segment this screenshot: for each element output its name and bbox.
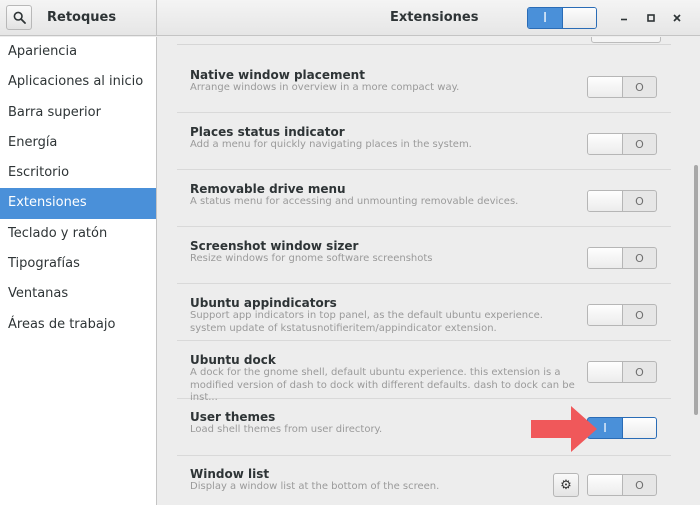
extension-toggle[interactable]: O [587,361,657,383]
toggle-knob [588,305,623,325]
search-button[interactable] [6,5,32,30]
extension-description: Add a menu for quickly navigating places… [190,139,472,150]
extension-name: Removable drive menu [190,182,346,196]
sidebar-item-areas-de-trabajo[interactable]: Áreas de trabajo [0,310,156,340]
extension-toggle[interactable]: O [587,190,657,212]
minimize-icon [621,18,627,21]
toggle-knob [588,134,623,154]
extension-description: Support app indicators in top panel, as … [190,310,543,334]
maximize-button[interactable] [641,8,661,28]
extension-name: Screenshot window sizer [190,239,359,253]
sidebar-item-apariencia[interactable]: Apariencia [0,37,156,67]
extension-name: Ubuntu dock [190,353,276,367]
toggle-off-label: O [635,80,644,94]
extension-name: Ubuntu appindicators [190,296,337,310]
extension-name: Places status indicator [190,125,345,139]
extension-settings-button[interactable]: ⚙ [553,473,579,497]
toggle-knob [588,77,623,97]
extension-toggle[interactable] [591,37,661,43]
toggle-knob [622,418,656,438]
toggle-off-label: O [635,478,644,492]
extension-description: A status menu for accessing and unmounti… [190,196,519,207]
toggle-knob [588,362,623,382]
extension-name: Window list [190,467,270,481]
arrow-annotation-icon [531,406,597,452]
extension-toggle[interactable]: O [587,76,657,98]
close-button[interactable] [667,8,687,28]
toggle-off-label: O [635,365,644,379]
list-item: Native window placement Arrange windows … [177,57,671,113]
extension-description: Display a window list at the bottom of t… [190,481,440,492]
sidebar: Apariencia Aplicaciones al inicio Barra … [0,37,157,505]
header-bar: Retoques Extensiones I [0,0,700,36]
maximize-icon [647,14,655,22]
toggle-off-label: O [635,194,644,208]
extension-toggle[interactable]: O [587,247,657,269]
search-icon [13,11,26,24]
sidebar-item-teclado-y-raton[interactable]: Teclado y ratón [0,219,156,249]
gear-icon: ⚙ [560,477,572,493]
sidebar-item-aplicaciones-al-inicio[interactable]: Aplicaciones al inicio [0,67,156,97]
toggle-knob [588,191,623,211]
extension-description: Arrange windows in overview in a more co… [190,82,460,93]
sidebar-item-tipografias[interactable]: Tipografías [0,249,156,279]
toggle-off-label: O [635,137,644,151]
extension-description: A dock for the gnome shell, default ubun… [190,367,575,403]
toggle-knob [588,475,623,495]
list-item: Screenshot window sizer Resize windows f… [177,228,671,284]
sidebar-item-ventanas[interactable]: Ventanas [0,279,156,309]
toggle-off-label: O [635,251,644,265]
extension-toggle[interactable]: O [587,474,657,496]
extensions-list: Native window placement Arrange windows … [158,37,700,505]
list-item [177,37,671,45]
header-sidebar-section: Retoques [0,0,157,36]
sidebar-item-barra-superior[interactable]: Barra superior [0,98,156,128]
app-title: Retoques [47,10,117,25]
sidebar-item-extensiones[interactable]: Extensiones [0,188,156,219]
extension-description: Load shell themes from user directory. [190,424,383,435]
scrollbar[interactable] [694,165,698,415]
list-item: Removable drive menu A status menu for a… [177,171,671,227]
extension-description: Resize windows for gnome software screen… [190,253,433,264]
extension-name: User themes [190,410,276,424]
list-item: Places status indicator Add a menu for q… [177,114,671,170]
extension-toggle[interactable]: O [587,133,657,155]
extensions-master-switch[interactable]: I [527,7,597,29]
page-title: Extensiones [390,10,479,25]
minimize-button[interactable] [614,8,634,28]
extension-name: Native window placement [190,68,365,82]
extension-toggle[interactable]: O [587,304,657,326]
list-item: Ubuntu dock A dock for the gnome shell, … [177,342,671,403]
toggle-knob [588,248,623,268]
sidebar-item-escritorio[interactable]: Escritorio [0,158,156,188]
master-switch-on-label: I [528,8,562,28]
list-item: Window list Display a window list at the… [177,457,671,505]
master-switch-knob [562,8,596,28]
list-item: Ubuntu appindicators Support app indicat… [177,285,671,341]
close-icon [673,14,681,22]
toggle-off-label: O [635,308,644,322]
sidebar-item-energia[interactable]: Energía [0,128,156,158]
